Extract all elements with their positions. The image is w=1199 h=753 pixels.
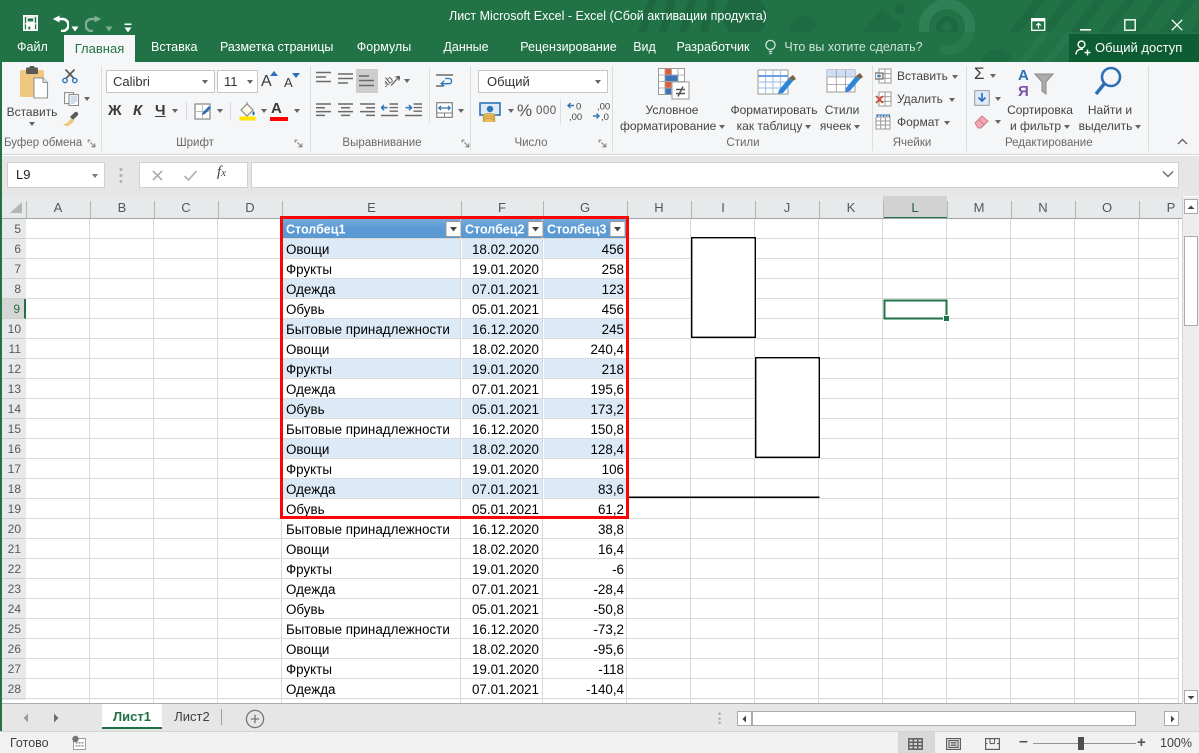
svg-text:-140,4: -140,4 — [586, 682, 625, 697]
svg-text:-95,6: -95,6 — [593, 642, 624, 657]
svg-text:Одежда: Одежда — [286, 682, 336, 697]
svg-text:,00: ,00 — [569, 112, 582, 122]
svg-text:18.02.2020: 18.02.2020 — [472, 642, 539, 657]
svg-text:16.12.2020: 16.12.2020 — [472, 522, 539, 537]
svg-text:Фрукты: Фрукты — [286, 662, 332, 677]
svg-text:07.01.2021: 07.01.2021 — [472, 682, 539, 697]
svg-text:16.12.2020: 16.12.2020 — [472, 622, 539, 637]
svg-text:38,8: 38,8 — [598, 522, 624, 537]
svg-text:Бытовые принадлежности: Бытовые принадлежности — [286, 622, 450, 637]
svg-text:19.01.2020: 19.01.2020 — [472, 662, 539, 677]
svg-text:19.01.2020: 19.01.2020 — [472, 562, 539, 577]
svg-text:-118: -118 — [598, 662, 624, 677]
svg-text:,00: ,00 — [597, 102, 610, 113]
svg-text:16,4: 16,4 — [598, 542, 625, 557]
svg-text:,0: ,0 — [601, 112, 609, 122]
svg-text:-6: -6 — [612, 562, 624, 577]
svg-text:0: 0 — [576, 102, 581, 113]
svg-text:Овощи: Овощи — [286, 642, 329, 657]
svg-text:-28,4: -28,4 — [593, 582, 624, 597]
svg-text:Обувь: Обувь — [286, 602, 325, 617]
svg-text:ab: ab — [385, 73, 396, 88]
svg-text:Я: Я — [1018, 83, 1029, 100]
svg-text:05.01.2021: 05.01.2021 — [472, 602, 539, 617]
svg-text:-50,8: -50,8 — [593, 602, 624, 617]
svg-text:-73,2: -73,2 — [593, 622, 624, 637]
svg-text:Фрукты: Фрукты — [286, 562, 332, 577]
svg-text:18.02.2020: 18.02.2020 — [472, 542, 539, 557]
svg-text:07.01.2021: 07.01.2021 — [472, 582, 539, 597]
svg-text:Овощи: Овощи — [286, 542, 329, 557]
svg-text:Одежда: Одежда — [286, 582, 336, 597]
svg-text:Бытовые принадлежности: Бытовые принадлежности — [286, 522, 450, 537]
svg-text:А: А — [1018, 67, 1029, 84]
